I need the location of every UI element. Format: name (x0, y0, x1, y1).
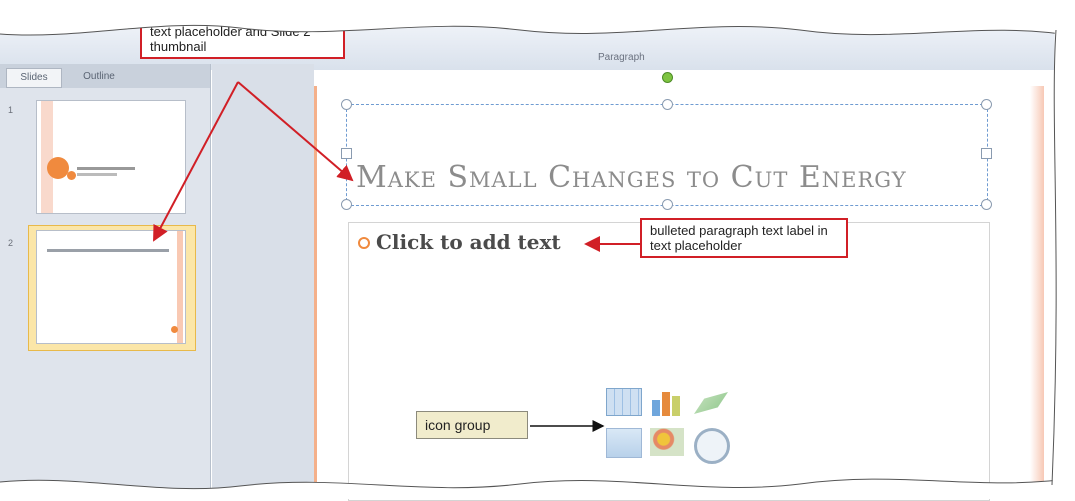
torn-edge-decoration (0, 0, 1075, 499)
